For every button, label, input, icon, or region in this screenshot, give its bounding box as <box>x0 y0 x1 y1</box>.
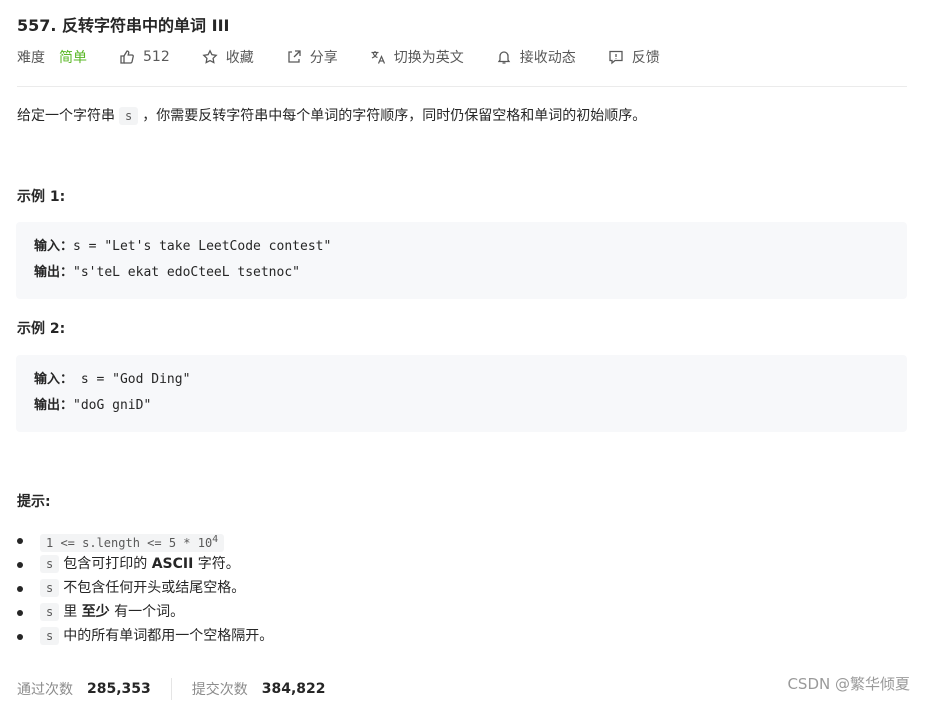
example-2-output-label: 输出： <box>34 398 74 413</box>
tip-code: s <box>40 603 60 621</box>
feedback-label: 反馈 <box>631 50 660 66</box>
favorite-button[interactable]: 收藏 <box>202 47 254 67</box>
example-2-input-label: 输入： <box>34 372 74 387</box>
difficulty-badge: 简单 <box>59 50 87 66</box>
tip-item-no-spaces: s 不包含任何开头或结尾空格。 <box>16 576 273 600</box>
tip-text: 包含可打印的 <box>63 556 152 572</box>
tip-bold: 至少 <box>81 604 110 620</box>
tip-code: s <box>40 627 60 645</box>
example-1-block: 输入：s = "Let's take LeetCode contest" 输出：… <box>16 222 907 299</box>
example-2-input-value: s = "God Ding" <box>73 372 191 387</box>
example-1-input-label: 输入： <box>34 239 74 254</box>
tip-code: s <box>40 555 60 573</box>
stats-footer: 通过次数 285,353 提交次数 384,822 <box>17 677 326 701</box>
tip-length-exponent: 4 <box>212 534 219 545</box>
translate-label: 切换为英文 <box>393 50 464 66</box>
tip-code: s <box>40 579 60 597</box>
example-1-input-value: s = "Let's take LeetCode contest" <box>73 239 332 254</box>
subscribe-button[interactable]: 接收动态 <box>496 47 576 67</box>
tip-item-ascii: s 包含可打印的 ASCII 字符。 <box>16 552 273 576</box>
example-2-heading: 示例 2: <box>17 321 66 337</box>
tip-text: 字符。 <box>193 556 240 572</box>
stats-divider <box>170 678 172 700</box>
example-2-block: 输入： s = "God Ding" 输出："doG gniD" <box>16 355 907 432</box>
subscribe-label: 接收动态 <box>519 50 576 66</box>
example-2-output-row: 输出："doG gniD" <box>34 393 889 419</box>
example-1-output-label: 输出： <box>34 265 74 280</box>
tip-text: 有一个词。 <box>109 604 185 620</box>
thumbs-up-icon <box>120 50 134 64</box>
bell-icon <box>497 51 510 64</box>
problem-meta-bar: 难度 简单 512 收藏 分享 切换为英文 接收动态 反馈 <box>17 46 660 68</box>
submissions-count: 384,822 <box>261 681 326 697</box>
favorite-label: 收藏 <box>225 50 254 66</box>
tip-item-single-space: s 中的所有单词都用一个空格隔开。 <box>16 624 274 648</box>
submissions-label: 提交次数 <box>191 682 248 698</box>
tip-text: 中的所有单词都用一个空格隔开。 <box>63 628 274 644</box>
tip-item-length: 1 <= s.length <= 5 * 104 <box>16 528 273 552</box>
tips-list: 1 <= s.length <= 5 * 104 s 包含可打印的 ASCII 字… <box>16 528 274 648</box>
tip-code: 1 <= s.length <= 5 * 104 <box>40 534 225 552</box>
accepted-label: 通过次数 <box>17 682 73 698</box>
tip-item-at-least-one: s里 至少 有一个词。 <box>16 600 273 624</box>
description-suffix: ，你需要反转字符串中每个单词的字符顺序，同时仍保留空格和单词的初始顺序。 <box>142 108 647 124</box>
like-count: 512 <box>143 49 170 65</box>
watermark: CSDN @繁华倾夏 <box>787 675 910 693</box>
tip-bold: ASCII <box>151 556 194 572</box>
example-1-heading: 示例 1: <box>17 189 66 205</box>
example-1-output-value: "s'teL ekat edoCteeL tsetnoc" <box>73 265 300 280</box>
feedback-button[interactable]: 反馈 <box>608 47 660 67</box>
translate-icon <box>371 51 385 64</box>
difficulty-label: 难度 <box>17 50 45 66</box>
example-2-output-value: "doG gniD" <box>73 398 152 413</box>
header-divider <box>17 86 907 87</box>
tip-text: 里 <box>63 604 82 620</box>
tip-length-code: 1 <= s.length <= 5 * 10 <box>46 536 213 550</box>
like-button[interactable]: 512 <box>119 49 170 65</box>
problem-title: 557. 反转字符串中的单词 III <box>17 16 230 35</box>
accepted-count: 285,353 <box>87 681 151 697</box>
star-icon <box>202 49 218 64</box>
example-1-output-row: 输出："s'teL ekat edoCteeL tsetnoc" <box>34 260 889 286</box>
example-1-input-row: 输入：s = "Let's take LeetCode contest" <box>34 234 889 260</box>
share-icon <box>288 50 301 63</box>
description-prefix: 给定一个字符串 <box>17 108 115 124</box>
share-label: 分享 <box>309 50 338 66</box>
description-variable: s <box>119 107 139 125</box>
problem-description: 给定一个字符串 s ，你需要反转字符串中每个单词的字符顺序，同时仍保留空格和单词的初… <box>17 104 646 128</box>
tips-heading: 提示: <box>17 494 51 510</box>
example-2-input-row: 输入： s = "God Ding" <box>34 367 889 393</box>
translate-button[interactable]: 切换为英文 <box>370 47 464 67</box>
tip-text: 不包含任何开头或结尾空格。 <box>63 580 246 596</box>
share-button[interactable]: 分享 <box>286 47 338 67</box>
feedback-icon <box>609 50 623 65</box>
